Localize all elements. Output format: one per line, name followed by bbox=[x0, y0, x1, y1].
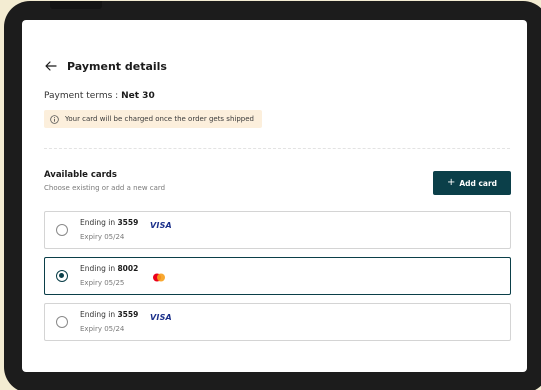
card-ending-prefix: Ending in bbox=[80, 218, 116, 227]
card-last4: 8002 bbox=[117, 264, 139, 273]
info-icon bbox=[50, 114, 59, 124]
payment-terms: Payment terms : Net 30 bbox=[44, 91, 155, 101]
available-cards-subtitle: Choose existing or add a new card bbox=[44, 184, 166, 192]
device-camera-notch bbox=[50, 1, 102, 9]
card-expiry: Expiry 05/24 bbox=[80, 233, 125, 241]
card-ending: Ending in 8002 bbox=[80, 264, 138, 273]
card-radio[interactable] bbox=[56, 224, 68, 236]
card-radio-checked[interactable] bbox=[56, 270, 68, 282]
card-ending: Ending in 3559 bbox=[80, 310, 138, 319]
plus-icon: + bbox=[446, 177, 456, 188]
page-title: Payment details bbox=[67, 59, 167, 73]
payment-screen: Payment details Payment terms : Net 30 Y… bbox=[22, 20, 527, 372]
section-divider bbox=[44, 148, 510, 149]
card-option[interactable]: Ending in 3559 Expiry 05/24 VISA bbox=[44, 211, 511, 249]
card-ending-prefix: Ending in bbox=[80, 310, 116, 319]
card-last4: 3559 bbox=[117, 218, 139, 227]
tablet-frame: Payment details Payment terms : Net 30 Y… bbox=[4, 1, 541, 390]
card-ending: Ending in 3559 bbox=[80, 218, 138, 227]
charge-notice: Your card will be charged once the order… bbox=[44, 110, 262, 128]
card-radio[interactable] bbox=[56, 316, 68, 328]
add-card-label: Add card bbox=[459, 178, 498, 188]
payment-terms-label: Payment terms : bbox=[44, 91, 119, 101]
card-expiry: Expiry 05/24 bbox=[80, 325, 125, 333]
visa-logo: VISA bbox=[150, 313, 172, 322]
card-expiry: Expiry 05/25 bbox=[80, 279, 125, 287]
card-ending-prefix: Ending in bbox=[80, 264, 116, 273]
payment-terms-value: Net 30 bbox=[121, 91, 155, 101]
arrow-left-icon[interactable] bbox=[44, 59, 58, 73]
card-option-selected[interactable]: Ending in 8002 Expiry 05/25 bbox=[44, 257, 511, 295]
card-last4: 3559 bbox=[117, 310, 139, 319]
add-card-button[interactable]: + Add card bbox=[433, 171, 511, 195]
mastercard-logo bbox=[152, 267, 166, 282]
charge-notice-text: Your card will be charged once the order… bbox=[65, 115, 254, 123]
visa-logo: VISA bbox=[150, 221, 172, 230]
page-header: Payment details bbox=[44, 59, 167, 73]
card-option[interactable]: Ending in 3559 Expiry 05/24 VISA bbox=[44, 303, 511, 341]
available-cards-heading: Available cards bbox=[44, 170, 117, 180]
